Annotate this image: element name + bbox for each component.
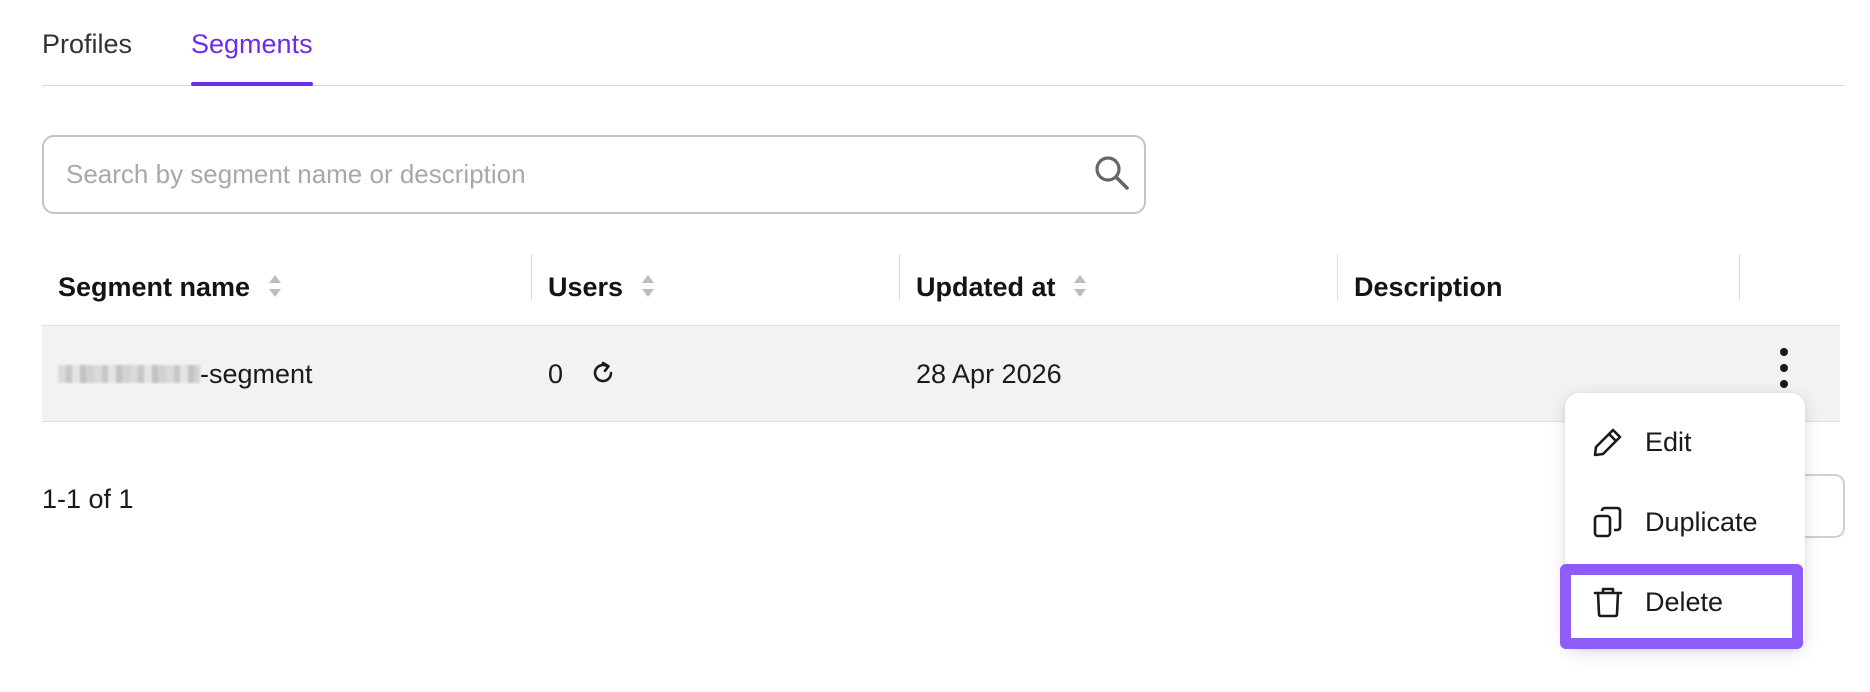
more-vertical-icon[interactable] xyxy=(1774,346,1794,390)
search-box xyxy=(42,135,1146,214)
sort-icon[interactable] xyxy=(268,273,282,299)
tab-bar: Profiles Segments xyxy=(42,0,1844,86)
column-resizer[interactable] xyxy=(1337,254,1338,300)
menu-item-label: Edit xyxy=(1645,427,1692,457)
menu-item-delete[interactable]: Delete xyxy=(1565,567,1805,637)
menu-item-label: Delete xyxy=(1645,587,1724,617)
users-cell: 0 xyxy=(548,326,617,422)
column-header-label: Segment name xyxy=(58,272,251,302)
column-header-label: Users xyxy=(548,272,624,302)
sort-icon[interactable] xyxy=(641,273,655,299)
refresh-icon[interactable] xyxy=(589,359,617,387)
menu-item-edit[interactable]: Edit xyxy=(1565,407,1805,477)
search-input[interactable] xyxy=(66,137,1066,212)
column-resizer[interactable] xyxy=(1739,254,1740,300)
tab-segments[interactable]: Segments xyxy=(191,26,313,86)
row-actions-menu: Edit Duplicate Delete xyxy=(1565,393,1805,649)
copy-icon xyxy=(1593,506,1622,538)
pagination-summary: 1-1 of 1 xyxy=(42,484,134,514)
column-header-updated-at[interactable]: Updated at xyxy=(916,248,1087,326)
column-header-description: Description xyxy=(1354,248,1503,326)
sort-icon[interactable] xyxy=(1073,273,1087,299)
column-header-label: Description xyxy=(1354,272,1503,302)
column-header-users[interactable]: Users xyxy=(548,248,655,326)
segment-name-suffix: -segment xyxy=(200,359,313,389)
pencil-icon xyxy=(1593,428,1622,457)
trash-icon xyxy=(1593,587,1623,618)
users-count: 0 xyxy=(548,359,564,389)
segment-name-cell[interactable]: -segment xyxy=(58,326,313,422)
tab-profiles[interactable]: Profiles xyxy=(42,26,132,84)
search-icon[interactable] xyxy=(1092,153,1132,193)
column-resizer[interactable] xyxy=(531,254,532,300)
column-resizer[interactable] xyxy=(899,254,900,300)
menu-item-label: Duplicate xyxy=(1645,507,1758,537)
column-header-segment-name[interactable]: Segment name xyxy=(58,248,282,326)
menu-item-duplicate[interactable]: Duplicate xyxy=(1565,487,1805,557)
column-header-label: Updated at xyxy=(916,272,1056,302)
redacted-segment-prefix xyxy=(58,364,200,383)
updated-at-cell: 28 Apr 2026 xyxy=(916,359,1062,389)
table-header: Segment name Users Updated at Descriptio… xyxy=(42,248,1840,326)
